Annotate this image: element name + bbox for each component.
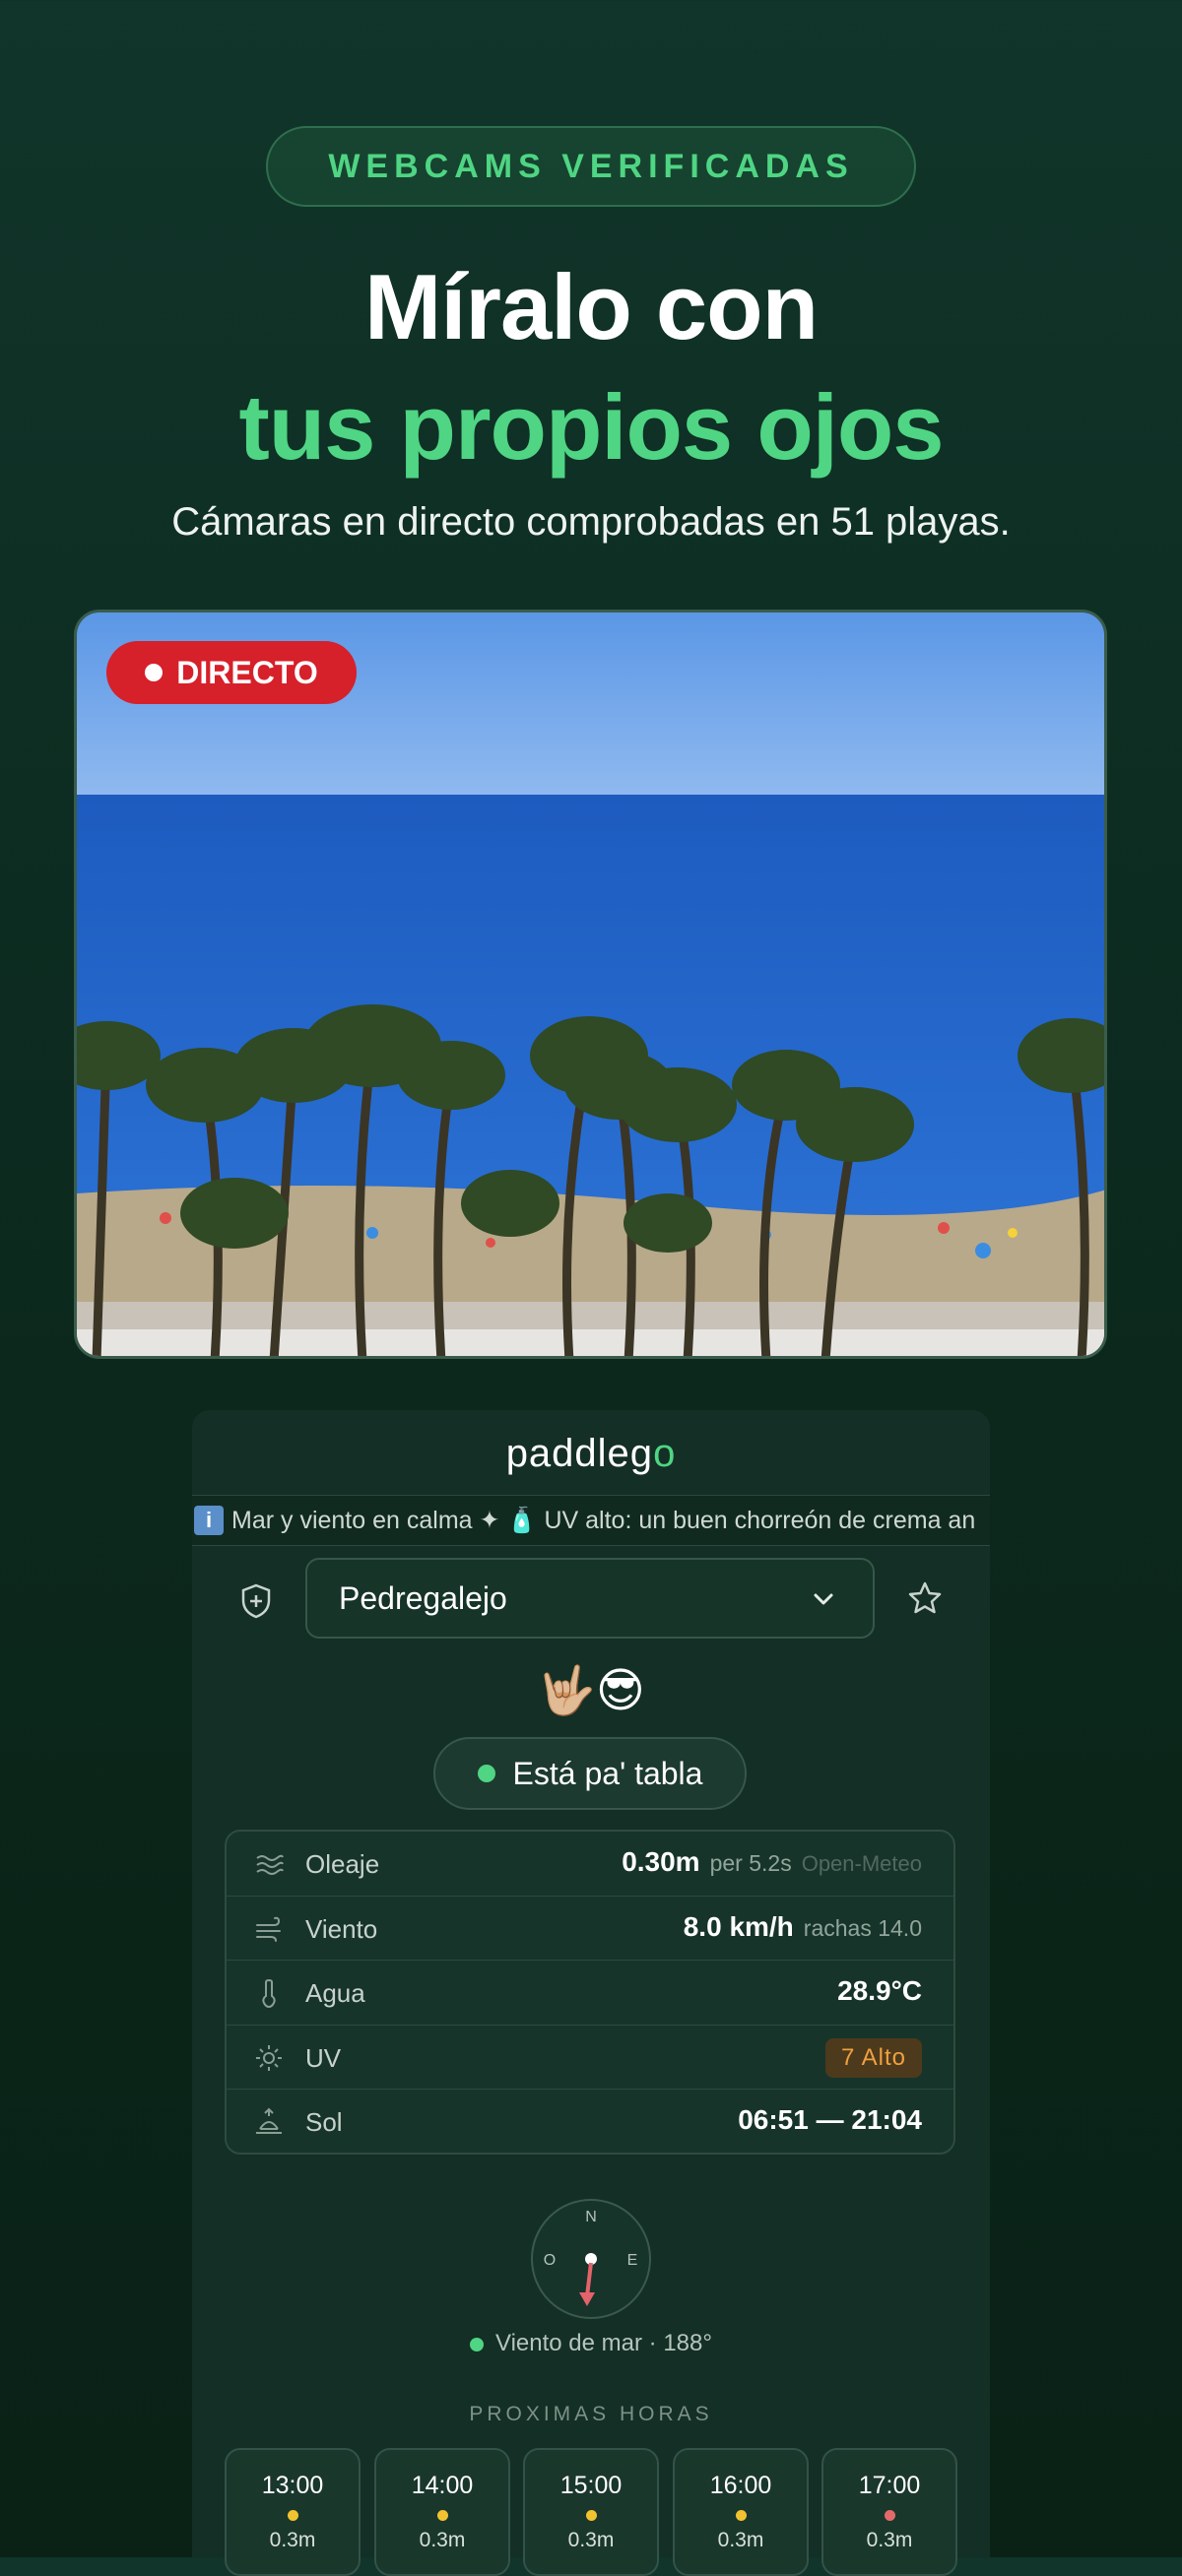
condition-row-viento: Viento 8.0 km/h rachas 14.0 xyxy=(227,1897,953,1962)
waves-icon xyxy=(256,1854,284,1875)
status-pill: Está pa' tabla xyxy=(433,1737,747,1810)
uv-level-chip: 7 Alto xyxy=(824,2037,922,2078)
compass-n: N xyxy=(585,2209,597,2225)
status-dot-icon xyxy=(477,1765,495,1782)
compass-e: E xyxy=(627,2252,638,2269)
status-text: Está pa' tabla xyxy=(512,1755,703,1791)
info-icon: i xyxy=(194,1506,224,1535)
subtitle: Cámaras en directo comprobadas en 51 pla… xyxy=(171,500,1011,544)
condition-row-agua: Agua 28.9°C xyxy=(227,1961,953,2026)
thermometer-icon xyxy=(262,1979,276,2009)
condition-row-oleaje: Oleaje 0.30m per 5.2s Open-Meteo xyxy=(227,1832,953,1897)
headline-line-2: tus propios ojos xyxy=(238,375,944,479)
favorite-star-icon[interactable] xyxy=(906,1579,944,1617)
beach-selected: Pedregalejo xyxy=(339,1579,507,1616)
mood-emoji: 🤟🏼😎 xyxy=(537,1663,645,1718)
live-label: DIRECTO xyxy=(176,654,318,690)
shield-icon[interactable] xyxy=(241,1583,271,1619)
sun-icon xyxy=(256,2044,282,2071)
info-ticker: i Mar y viento en calma ✦ 🧴 UV alto: un … xyxy=(192,1495,990,1546)
compass-o: O xyxy=(544,2252,556,2269)
wind-icon xyxy=(256,1916,281,1942)
condition-row-uv: UV 7 Alto xyxy=(227,2026,953,2091)
live-dot-icon xyxy=(145,664,164,681)
beach-selector[interactable]: Pedregalejo xyxy=(305,1558,875,1639)
ticker-text: Mar y viento en calma ✦ 🧴 UV alto: un bu… xyxy=(231,1507,976,1534)
condition-row-sol: Sol 06:51 — 21:04 xyxy=(227,2090,953,2153)
app-logo: paddlego xyxy=(505,1432,677,1475)
headline-line-1: Míralo con xyxy=(363,255,819,358)
sunrise-icon xyxy=(256,2107,282,2135)
verified-webcams-badge: WEBCAMS VERIFICADAS xyxy=(266,126,916,207)
next-hours-title: PROXIMAS HORAS xyxy=(469,2403,713,2425)
wind-dot-icon xyxy=(470,2337,485,2351)
webcam-image xyxy=(74,610,1107,1359)
wind-direction: Viento de mar · 188° xyxy=(0,2330,1182,2357)
live-badge: DIRECTO xyxy=(106,641,357,704)
wind-compass: N O E xyxy=(531,2199,651,2319)
conditions-table: Oleaje 0.30m per 5.2s Open-Meteo Viento 8.… xyxy=(225,1830,955,2155)
chevron-down-icon xyxy=(814,1593,833,1605)
